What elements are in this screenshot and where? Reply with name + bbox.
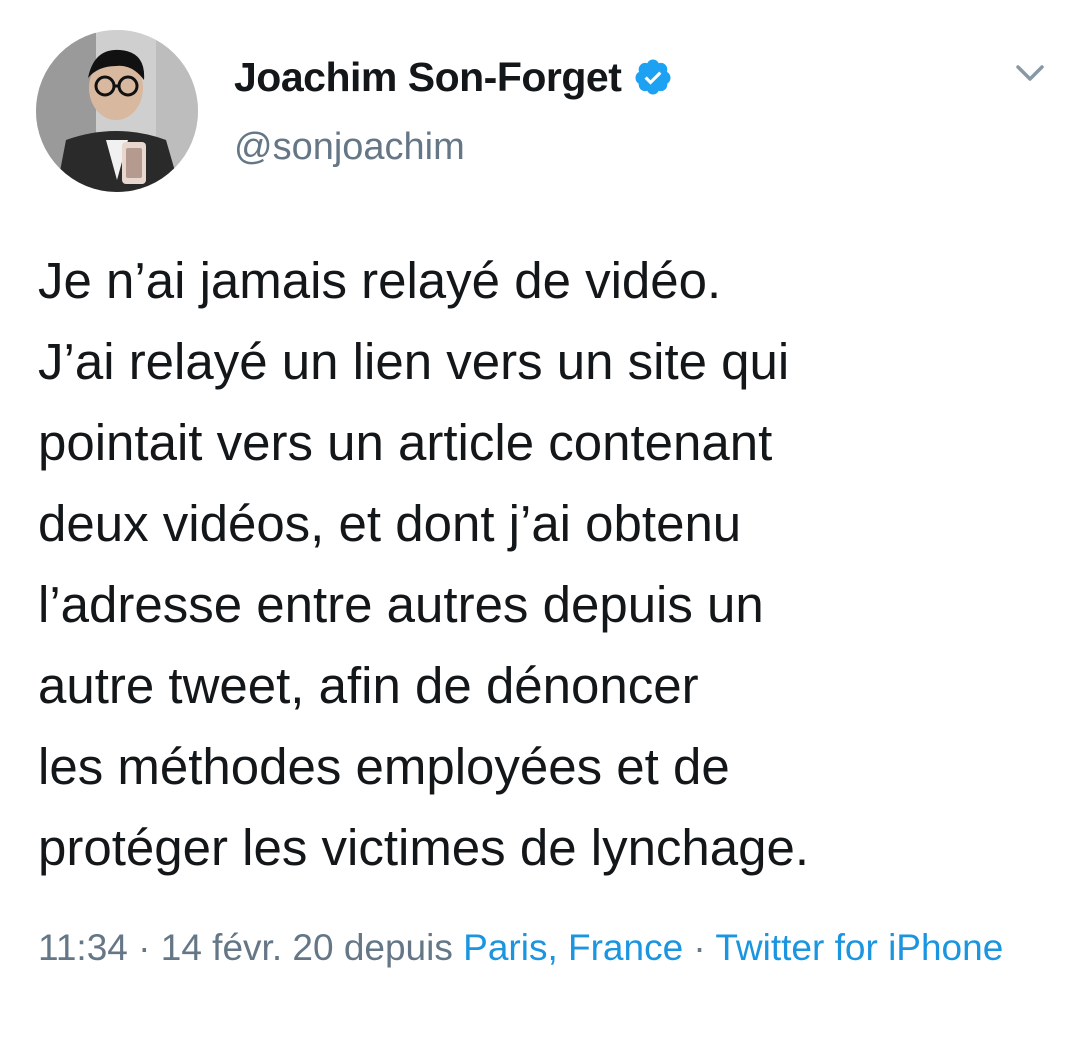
source-prefix: depuis	[333, 927, 464, 968]
tweet-text-line: autre tweet, afin de dénoncer	[38, 657, 699, 714]
tweet-text-line: deux vidéos, et dont j’ai obtenu	[38, 495, 742, 552]
tweet-text-line: pointait vers un article contenant	[38, 414, 773, 471]
location-link[interactable]: Paris, France	[463, 927, 683, 968]
author-handle[interactable]: @sonjoachim	[234, 126, 465, 169]
tweet-card: Joachim Son-Forget @sonjoachim Je n’ai j…	[0, 0, 1080, 1061]
profile-photo-icon	[36, 30, 198, 192]
tweet-date[interactable]: 14 févr. 20	[161, 927, 334, 968]
avatar[interactable]	[36, 30, 198, 192]
tweet-metadata: 11:34 · 14 févr. 20 depuis Paris, France…	[38, 918, 1058, 978]
tweet-text-line: protéger les victimes de lynchage.	[38, 819, 810, 876]
tweet-text-line: l’adresse entre autres depuis un	[38, 576, 764, 633]
tweet-text-line: les méthodes employées et de	[38, 738, 730, 795]
tweet-text: Je n’ai jamais relayé de vidéo. J’ai rel…	[38, 240, 1048, 888]
verified-badge-icon	[633, 57, 673, 97]
client-link[interactable]: Twitter for iPhone	[715, 927, 1003, 968]
author-name-row[interactable]: Joachim Son-Forget	[234, 50, 673, 104]
tweet-text-line: J’ai relayé un lien vers un site qui	[38, 333, 790, 390]
meta-separator: ·	[127, 927, 161, 968]
tweet-text-line: Je n’ai jamais relayé de vidéo.	[38, 252, 722, 309]
chevron-down-icon[interactable]	[1010, 58, 1050, 88]
meta-separator: ·	[683, 927, 716, 968]
tweet-time[interactable]: 11:34	[38, 927, 128, 968]
display-name[interactable]: Joachim Son-Forget	[234, 54, 622, 101]
